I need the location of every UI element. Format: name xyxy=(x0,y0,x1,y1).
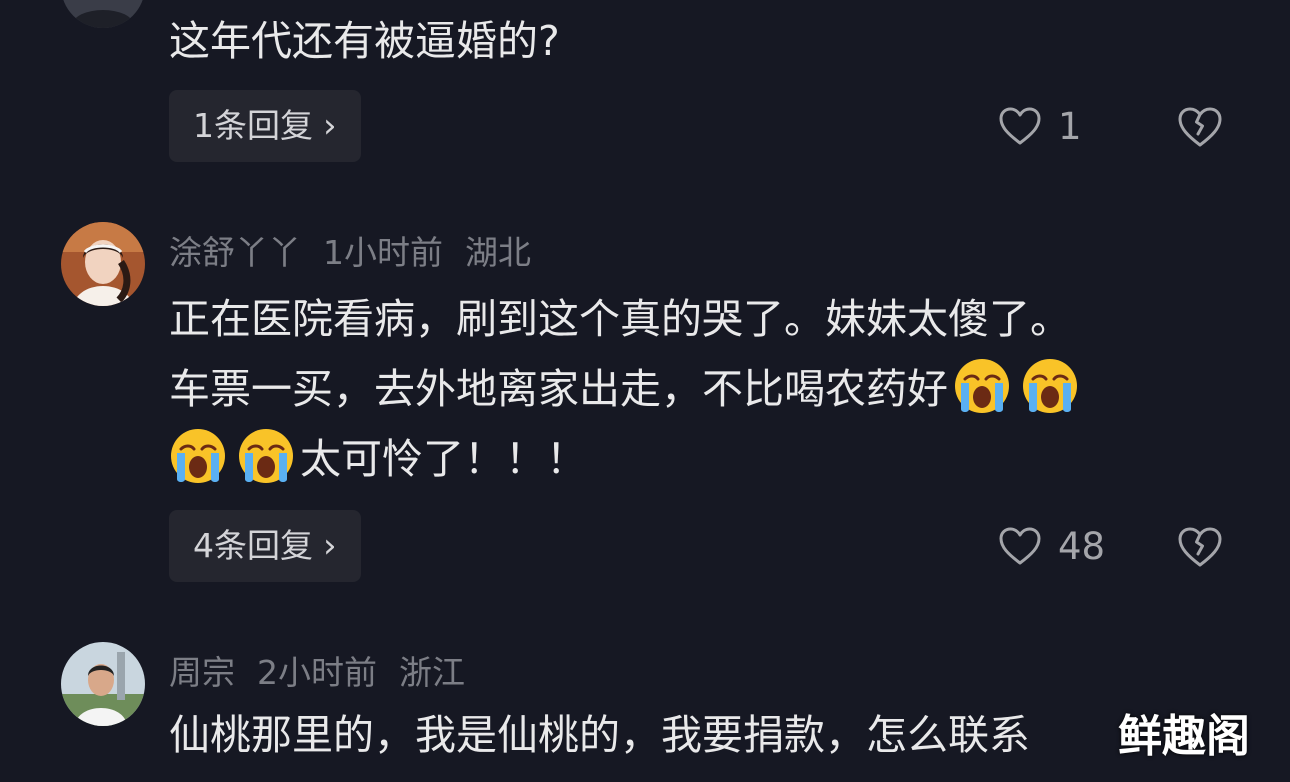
like-count: 1 xyxy=(1058,104,1082,148)
broken-heart-icon[interactable] xyxy=(1177,104,1223,150)
comment-text-segment: 车票一买，去外地离家出走，不比喝农药好 xyxy=(169,365,948,413)
location: 浙江 xyxy=(399,653,465,692)
avatar[interactable] xyxy=(61,642,145,726)
broken-heart-icon[interactable] xyxy=(1177,524,1223,570)
chevron-right-icon: › xyxy=(323,106,337,146)
comment-text: 正在医院看病，刷到这个真的哭了。妹妹太傻了。 车票一买，去外地离家出走，不比喝农… xyxy=(169,284,1229,494)
view-replies-label: 1条回复 xyxy=(193,106,313,145)
heart-icon xyxy=(999,527,1041,565)
comment-meta: 周宗 2小时前 浙江 xyxy=(169,646,487,694)
view-replies-button[interactable]: 1条回复 › xyxy=(169,90,361,162)
avatar[interactable] xyxy=(61,0,145,28)
view-replies-label: 4条回复 xyxy=(193,526,313,565)
like-button[interactable]: 48 xyxy=(998,521,1105,571)
timestamp: 2小时前 xyxy=(257,653,377,692)
username[interactable]: 周宗 xyxy=(169,653,235,692)
crying-face-emoji xyxy=(955,359,1009,413)
timestamp: 1小时前 xyxy=(323,233,443,272)
comment-text-line: 正在医院看病，刷到这个真的哭了。妹妹太傻了。 xyxy=(169,295,1071,343)
watermark: 鲜趣阁 xyxy=(1118,711,1250,762)
crying-face-emoji xyxy=(1023,359,1077,413)
crying-face-emoji xyxy=(239,429,293,483)
username[interactable]: 涂舒丫丫 xyxy=(169,233,301,272)
location: 湖北 xyxy=(465,233,531,272)
view-replies-button[interactable]: 4条回复 › xyxy=(169,510,361,582)
chevron-right-icon: › xyxy=(323,526,337,566)
comment-list: 这年代还有被逼婚的? 1条回复 › 1 涂舒丫丫 1小时前 湖北 正在医院看病，… xyxy=(0,0,1290,782)
comment-meta: 涂舒丫丫 1小时前 湖北 xyxy=(169,226,553,274)
avatar[interactable] xyxy=(61,222,145,306)
comment-text-line: 车票一买，去外地离家出走，不比喝农药好 xyxy=(169,354,1229,424)
like-count: 48 xyxy=(1058,524,1106,568)
comment-text-segment: 太可怜了！！！ xyxy=(300,435,587,483)
comment-text: 仙桃那里的，我是仙桃的，我要捐款，怎么联系 xyxy=(169,711,1030,759)
comment-text: 这年代还有被逼婚的? xyxy=(169,17,560,65)
heart-icon xyxy=(999,107,1041,145)
crying-face-emoji xyxy=(171,429,225,483)
like-button[interactable]: 1 xyxy=(998,101,1082,151)
comment-text-line: 太可怜了！！！ xyxy=(164,424,1229,494)
